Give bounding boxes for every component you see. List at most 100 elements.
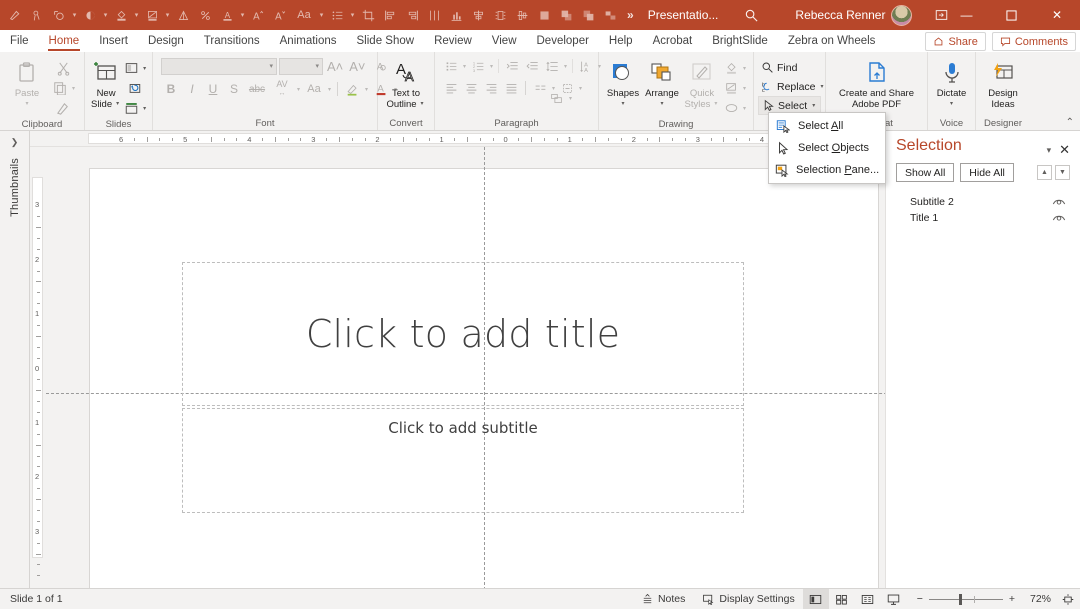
chevron-down-icon[interactable]: ▾	[101, 2, 110, 28]
strikethrough-button[interactable]: abc	[245, 79, 269, 99]
chevron-down-icon[interactable]: ▾	[295, 86, 302, 93]
collapse-ribbon-button[interactable]: ⌃	[1066, 117, 1074, 128]
chevron-down-icon[interactable]: ▾	[326, 86, 333, 93]
numbering-button[interactable]: 123	[468, 56, 488, 76]
chevron-down-icon[interactable]: ▾	[317, 2, 326, 28]
chevron-down-icon[interactable]: ▾	[114, 99, 121, 110]
align-right-button[interactable]	[481, 78, 501, 98]
shape-fill-button[interactable]	[721, 58, 741, 78]
share-button[interactable]: Share	[925, 32, 986, 51]
justify-button[interactable]	[501, 78, 521, 98]
reset-button[interactable]	[121, 78, 148, 98]
chevron-down-icon[interactable]: ▾	[488, 63, 495, 70]
title-placeholder[interactable]: Click to add title	[182, 262, 744, 406]
tab-design[interactable]: Design	[138, 30, 194, 52]
zoom-value-label[interactable]: 72%	[1025, 593, 1056, 605]
tab-developer[interactable]: Developer	[527, 30, 599, 52]
tab-file[interactable]: File	[0, 30, 39, 52]
thumbnails-panel-collapsed[interactable]: ❯ Thumbnails	[0, 131, 30, 588]
chevron-down-icon[interactable]: ▾	[741, 105, 748, 112]
eye-visible-icon[interactable]	[1052, 212, 1066, 225]
avatar[interactable]	[891, 4, 913, 26]
subtitle-placeholder[interactable]: Click to add subtitle	[182, 408, 744, 513]
fill-color-icon[interactable]	[110, 2, 132, 28]
percent-icon[interactable]	[194, 2, 216, 28]
slide-show-view-button[interactable]	[881, 589, 907, 609]
increase-font-size-button[interactable]: A˄	[325, 56, 345, 76]
create-share-adobe-pdf-button[interactable]: Create and Share Adobe PDF	[830, 56, 923, 110]
paste-button[interactable]: Paste ▾	[4, 56, 50, 110]
tab-review[interactable]: Review	[424, 30, 482, 52]
replace-button[interactable]: bc Replace ▾	[758, 77, 829, 96]
font-size-combo[interactable]: ▾	[279, 57, 323, 75]
user-name[interactable]: Rebecca Renner	[795, 8, 885, 22]
increase-font-size-icon[interactable]: A	[247, 2, 269, 28]
chevron-down-icon[interactable]: ▾	[819, 83, 826, 90]
text-to-outline-button[interactable]: AA Text to Outline ▾	[382, 56, 430, 110]
close-button[interactable]: ✕	[1034, 0, 1080, 30]
design-ideas-button[interactable]: Design Ideas	[980, 56, 1026, 110]
new-slide-button[interactable]: New Slide ▾	[91, 56, 121, 110]
chevron-down-icon[interactable]: ▾	[141, 105, 148, 112]
notes-button[interactable]: Notes	[633, 589, 693, 609]
chevron-down-icon[interactable]: ▾	[132, 2, 141, 28]
copy-button[interactable]	[50, 78, 70, 98]
arrange-button[interactable]: Arrange ▾	[641, 56, 683, 110]
text-shadow-button[interactable]: S	[224, 79, 244, 99]
text-highlight-button[interactable]	[342, 79, 362, 99]
chevron-down-icon[interactable]: ▾	[741, 65, 748, 72]
shape-outline-button[interactable]	[721, 78, 741, 98]
shape-fill-icon[interactable]	[79, 2, 101, 28]
bold-button[interactable]: B	[161, 79, 181, 99]
bullets-button[interactable]	[441, 56, 461, 76]
chevron-down-icon[interactable]: ▾	[141, 65, 148, 72]
align-left-icon[interactable]	[379, 2, 401, 28]
section-button[interactable]	[121, 98, 141, 118]
search-icon[interactable]	[744, 8, 759, 23]
chevron-down-icon[interactable]: ▾	[1039, 145, 1060, 156]
quick-styles-button[interactable]: Quick Styles ▾	[683, 56, 721, 110]
chevron-down-icon[interactable]: ▾	[619, 99, 626, 110]
chevron-down-icon[interactable]: ▾	[163, 2, 172, 28]
crop-icon[interactable]	[357, 2, 379, 28]
tab-help[interactable]: Help	[599, 30, 643, 52]
chevron-down-icon[interactable]: ▾	[461, 63, 468, 70]
align-center-button[interactable]	[461, 78, 481, 98]
cut-button[interactable]	[50, 58, 77, 78]
selection-pane-icon[interactable]	[599, 2, 621, 28]
hide-all-button[interactable]: Hide All	[960, 163, 1014, 182]
send-backward-icon[interactable]	[577, 2, 599, 28]
tab-home[interactable]: Home	[39, 30, 90, 52]
comments-button[interactable]: Comments	[991, 32, 1076, 51]
chevron-down-icon[interactable]: ▾	[363, 86, 370, 93]
zoom-out-button[interactable]: −	[911, 589, 929, 609]
flip-icon[interactable]	[172, 2, 194, 28]
animation-painter-icon[interactable]	[26, 2, 48, 28]
font-name-combo[interactable]: ▾	[161, 57, 277, 75]
tab-view[interactable]: View	[482, 30, 527, 52]
menu-item-select-objects[interactable]: Select Objects	[769, 137, 885, 159]
italic-button[interactable]: I	[182, 79, 202, 99]
minimize-button[interactable]: —	[944, 0, 989, 30]
align-left-button[interactable]	[441, 78, 461, 98]
chevron-icon[interactable]: ❯	[11, 137, 19, 148]
distribute-vertical-icon[interactable]	[489, 2, 511, 28]
bring-forward-icon[interactable]	[555, 2, 577, 28]
shape-effects-button[interactable]	[721, 98, 741, 118]
slide-sorter-view-button[interactable]	[829, 589, 855, 609]
chevron-down-icon[interactable]: ▾	[419, 99, 426, 110]
zoom-in-button[interactable]: +	[1003, 589, 1021, 609]
chevron-down-icon[interactable]: ▾	[70, 85, 77, 92]
pen-color-icon[interactable]	[141, 2, 163, 28]
move-down-button[interactable]: ▼	[1055, 165, 1070, 180]
chevron-down-icon[interactable]: ▾	[577, 85, 584, 92]
format-painter-icon[interactable]	[4, 2, 26, 28]
chevron-down-icon[interactable]: ▾	[348, 2, 357, 28]
dictate-button[interactable]: Dictate ▾	[932, 56, 971, 110]
underline-button[interactable]: U	[203, 79, 223, 99]
tab-insert[interactable]: Insert	[89, 30, 138, 52]
shapes-button[interactable]: Shapes ▾	[605, 56, 641, 110]
chevron-down-icon[interactable]: ▾	[23, 99, 30, 110]
bullets-icon[interactable]	[326, 2, 348, 28]
chevron-down-icon[interactable]: ▾	[948, 99, 955, 110]
